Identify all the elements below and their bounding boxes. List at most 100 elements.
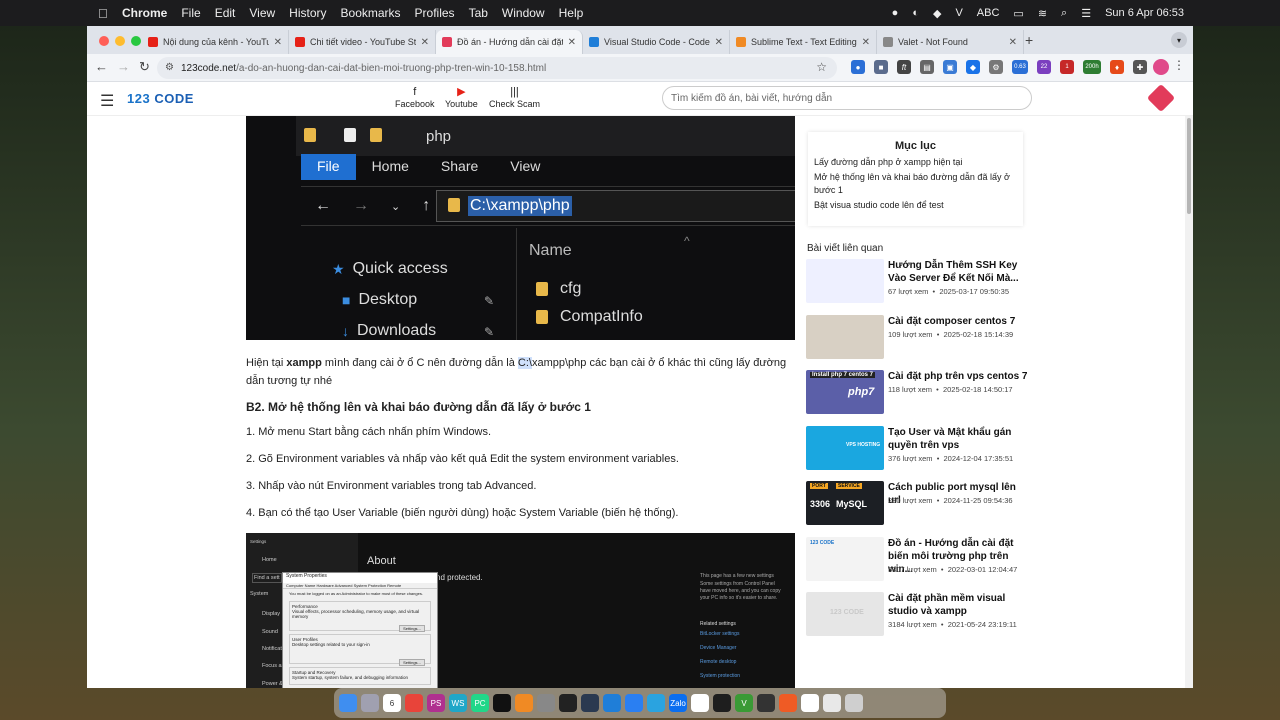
browser-tab[interactable]: Đồ án - Hướng dẫn cài đặt biến ✕: [436, 30, 583, 54]
terminal-icon[interactable]: [559, 694, 577, 712]
pycharm-icon[interactable]: PC: [471, 694, 489, 712]
vpn-icon[interactable]: ◆: [933, 7, 941, 20]
extension-badge[interactable]: 1: [1060, 60, 1074, 74]
browser-tab[interactable]: Valet - Not Found ✕: [877, 30, 1024, 54]
browser-tab[interactable]: Nội dung của kênh - YouTube ✕: [142, 30, 289, 54]
nav-facebook[interactable]: f Facebook: [395, 85, 435, 109]
webstorm-icon[interactable]: WS: [449, 694, 467, 712]
extension-icon[interactable]: ▤: [920, 60, 934, 74]
extension-icon[interactable]: ◆: [966, 60, 980, 74]
extension-icon[interactable]: ■: [874, 60, 888, 74]
sublime-icon[interactable]: [515, 694, 533, 712]
toc-item[interactable]: Mở hệ thống lên và khai báo đường dẫn đã…: [814, 171, 1017, 197]
menu-tab[interactable]: Tab: [469, 6, 488, 20]
toc-item[interactable]: Bật visua studio code lên để test: [814, 199, 1017, 212]
related-post[interactable]: PORT 3306 SERVICE MySQL Cách public port mys…: [806, 481, 1066, 525]
related-post[interactable]: VPS HOSTING Tạo User và Mật khẩu gán quyề…: [806, 425, 1066, 470]
related-post[interactable]: 123 CODE Đồ án - Hướng dẫn cài đặt biến m…: [806, 536, 1066, 581]
new-tab-button[interactable]: +: [1025, 32, 1033, 48]
doc-icon[interactable]: [801, 694, 819, 712]
extension-icon[interactable]: ●: [851, 60, 865, 74]
sequel-icon[interactable]: [537, 694, 555, 712]
extension-badge[interactable]: 0.63: [1012, 60, 1028, 74]
close-tab-icon[interactable]: ✕: [568, 37, 576, 48]
nav-youtube[interactable]: ▶ Youtube: [445, 85, 478, 109]
apple-icon[interactable]: : [98, 6, 112, 21]
related-post[interactable]: Cài đặt composer centos 7 109 lượt xem • …: [806, 314, 1066, 359]
status-icon[interactable]: ◐: [912, 7, 919, 19]
zoom-window-button[interactable]: [131, 36, 141, 46]
telegram-icon[interactable]: [647, 694, 665, 712]
tab-search-button[interactable]: ▾: [1171, 32, 1187, 48]
close-window-button[interactable]: [99, 36, 109, 46]
related-post-title[interactable]: Cài đặt phần mềm visual studio và xampp: [888, 592, 1028, 618]
extension-icon[interactable]: ft: [897, 60, 911, 74]
related-post-thumbnail[interactable]: PORT 3306 SERVICE MySQL: [806, 481, 884, 525]
reload-button[interactable]: ↻: [139, 59, 150, 75]
menu-help[interactable]: Help: [559, 6, 584, 20]
chrome-icon[interactable]: [405, 694, 423, 712]
page-scrollbar[interactable]: [1185, 116, 1193, 688]
browser-tab[interactable]: Sublime Text - Text Editing, D ✕: [730, 30, 877, 54]
profile-avatar[interactable]: [1153, 59, 1169, 75]
hamburger-menu-icon[interactable]: ☰: [100, 91, 114, 111]
related-post-title[interactable]: Cài đặt composer centos 7: [888, 315, 1028, 328]
back-button[interactable]: ←: [95, 59, 108, 74]
bookmark-star-icon[interactable]: ☆: [816, 60, 827, 74]
close-tab-icon[interactable]: ✕: [715, 37, 723, 48]
related-post-thumbnail[interactable]: 123 CODE: [806, 592, 884, 636]
search-icon[interactable]: ⌕: [1061, 7, 1067, 20]
menu-edit[interactable]: Edit: [215, 6, 236, 20]
calendar-icon[interactable]: 6: [383, 694, 401, 712]
extension-icon[interactable]: ⚙: [989, 60, 1003, 74]
chrome-menu-icon[interactable]: ⋮: [1173, 58, 1185, 72]
extension-badge[interactable]: 200h: [1083, 60, 1101, 74]
menu-profiles[interactable]: Profiles: [415, 6, 455, 20]
menu-history[interactable]: History: [289, 6, 326, 20]
site-search-input[interactable]: Tìm kiếm đồ án, bài viết, hướng dẫn: [662, 86, 1032, 110]
close-tab-icon[interactable]: ✕: [862, 37, 870, 48]
close-tab-icon[interactable]: ✕: [274, 37, 282, 48]
related-post-thumbnail[interactable]: [806, 314, 884, 359]
related-post[interactable]: Hướng Dẫn Thêm SSH Key Vào Server Để Kết…: [806, 259, 1066, 303]
launchpad-icon[interactable]: [361, 694, 379, 712]
menu-app-name[interactable]: Chrome: [122, 6, 167, 20]
vscode-icon[interactable]: [603, 694, 621, 712]
scrollbar-thumb[interactable]: [1187, 118, 1191, 214]
related-post-thumbnail[interactable]: [806, 259, 884, 303]
phpstorm-icon[interactable]: PS: [427, 694, 445, 712]
zalo-icon[interactable]: Zalo: [669, 694, 687, 712]
extension-icon[interactable]: ▣: [943, 60, 957, 74]
trash-icon[interactable]: [845, 694, 863, 712]
close-tab-icon[interactable]: ✕: [1009, 37, 1017, 48]
extension-icon[interactable]: ♦: [1110, 60, 1124, 74]
postman-icon[interactable]: [779, 694, 797, 712]
menubar-clock[interactable]: Sun 6 Apr 06:53: [1105, 7, 1184, 19]
menu-file[interactable]: File: [181, 6, 200, 20]
wifi-icon[interactable]: ≋: [1038, 7, 1047, 20]
cursor-icon[interactable]: [493, 694, 511, 712]
nav-check-scam[interactable]: ||| Check Scam: [489, 85, 540, 109]
minimize-window-button[interactable]: [115, 36, 125, 46]
compass-icon[interactable]: [757, 694, 775, 712]
extensions-puzzle-icon[interactable]: ✚: [1133, 60, 1147, 74]
address-bar[interactable]: ⚙ 123code.net/a-do-an-huong-dan-cai-dat-…: [157, 57, 837, 79]
navicat-icon[interactable]: [581, 694, 599, 712]
related-post-title[interactable]: Tạo User và Mật khẩu gán quyền trên vps: [888, 426, 1028, 452]
related-post-thumbnail[interactable]: 123 CODE: [806, 536, 884, 581]
related-post[interactable]: 123 CODE Cài đặt phần mềm visual studio v…: [806, 592, 1066, 636]
related-post-title[interactable]: Hướng Dẫn Thêm SSH Key Vào Server Để Kết…: [888, 259, 1028, 285]
chatgpt-icon[interactable]: [691, 694, 709, 712]
battery-icon[interactable]: ▭: [1013, 7, 1023, 20]
activity-icon[interactable]: [713, 694, 731, 712]
toc-item[interactable]: Lấy đường dẫn php ở xampp hiện tại: [814, 156, 1017, 169]
finder-icon[interactable]: [339, 694, 357, 712]
browser-tab[interactable]: Chi tiết video - YouTube Studio ✕: [289, 30, 436, 54]
menu-bookmarks[interactable]: Bookmarks: [341, 6, 401, 20]
record-icon[interactable]: ●: [892, 7, 899, 19]
vim-status-icon[interactable]: V: [955, 7, 962, 19]
related-post-title[interactable]: Cài đặt php trên vps centos 7: [888, 370, 1028, 383]
browser-tab[interactable]: Visual Studio Code - Code Ed ✕: [583, 30, 730, 54]
preview-icon[interactable]: [823, 694, 841, 712]
menu-window[interactable]: Window: [502, 6, 545, 20]
